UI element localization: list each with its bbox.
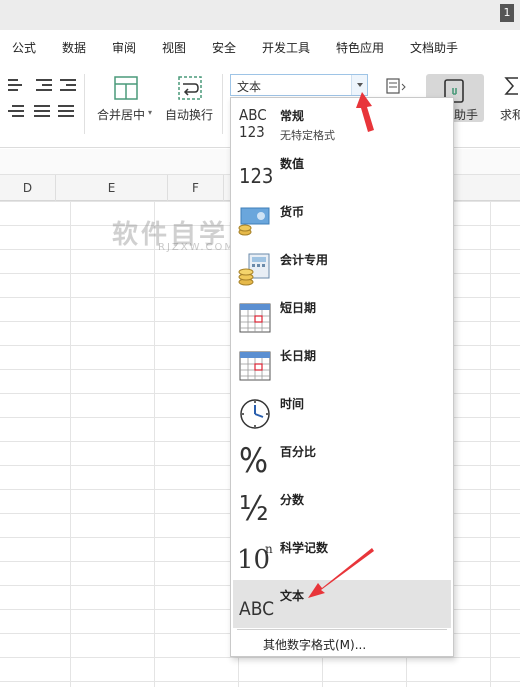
annotation-layer: [308, 92, 374, 598]
annotation-arrow-text: [308, 548, 374, 598]
annotation-arrow-up: [356, 92, 374, 132]
